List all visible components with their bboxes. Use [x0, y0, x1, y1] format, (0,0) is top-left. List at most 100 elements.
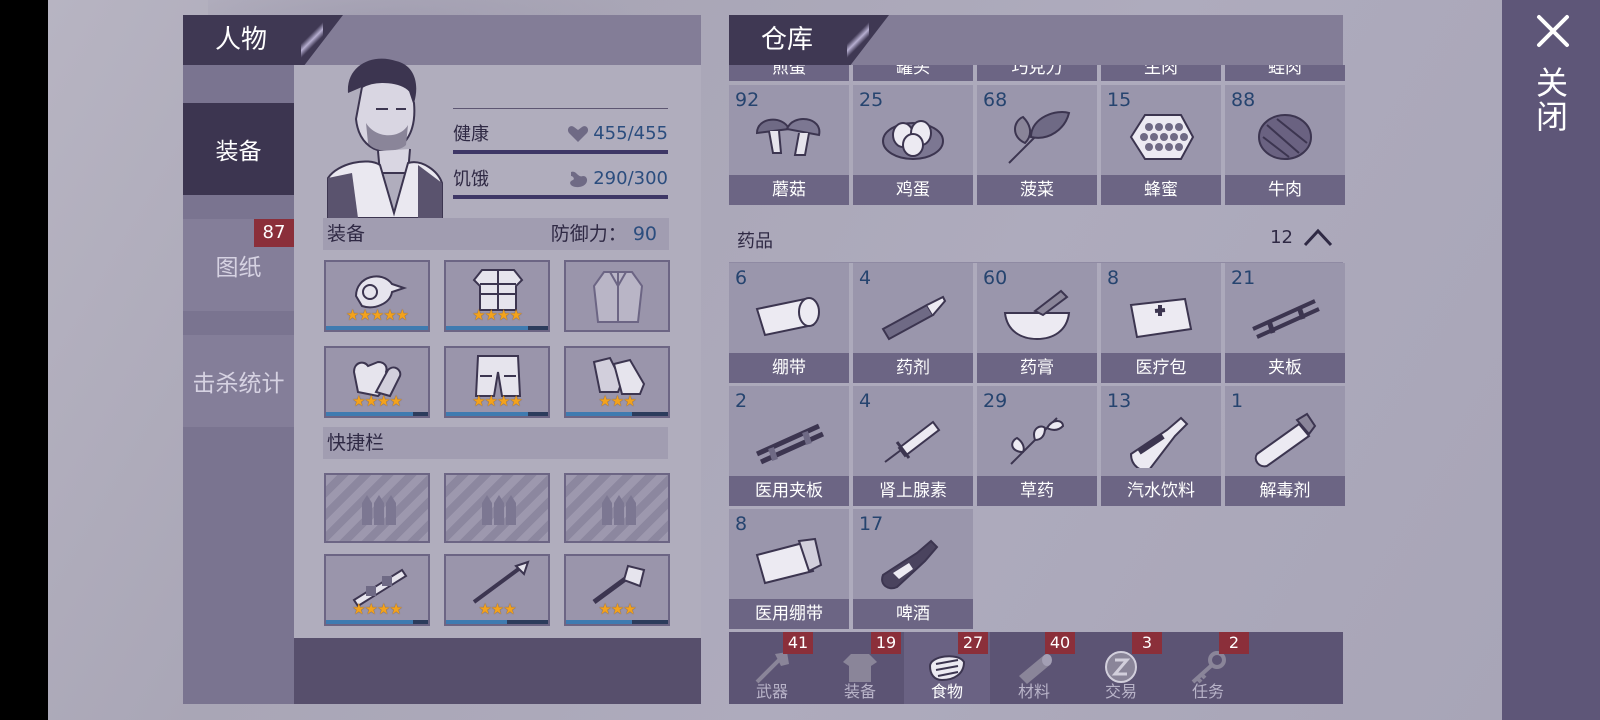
armor-slot[interactable]: ★★★★: [444, 260, 550, 332]
item-name: 啤酒: [853, 599, 973, 629]
item-eggs[interactable]: 25 鸡蛋: [853, 85, 973, 205]
crossbow-durability: [326, 620, 428, 624]
chevron-up-icon[interactable]: [1303, 227, 1333, 247]
quickbar-weapon-3[interactable]: ★★★: [564, 554, 670, 626]
item-adrenaline[interactable]: 4 肾上腺素: [853, 386, 973, 506]
item-name: 鸡蛋: [853, 175, 973, 205]
health-bar: [453, 150, 668, 154]
item-count: 4: [859, 390, 872, 412]
close-label[interactable]: 关闭: [1531, 66, 1573, 134]
tab-kill-stats[interactable]: 击杀统计: [183, 335, 294, 427]
crossbow-stars: ★★★★: [352, 600, 403, 618]
item-soda[interactable]: 13 汽水饮料: [1101, 386, 1221, 506]
antidote-icon: [1254, 412, 1317, 468]
flail-stars: ★★★: [598, 600, 636, 618]
storage-panel: 煎蛋 罐头 巧克力 生肉 蛙肉 仓库 92 蘑菇 25 鸡蛋 68 菠菜 15 …: [729, 15, 1345, 704]
partial-item-5[interactable]: 蛙肉: [1225, 65, 1345, 81]
mushroom-icon: [755, 117, 821, 156]
item-name: 牛肉: [1225, 175, 1345, 205]
partial-item-3-label: 巧克力: [1011, 65, 1063, 78]
tab-equipment-label: 装备: [215, 139, 262, 165]
gloves-slot[interactable]: ★★★★: [324, 346, 430, 418]
item-mushroom[interactable]: 92 蘑菇: [729, 85, 849, 205]
item-ointment[interactable]: 60 药膏: [977, 263, 1097, 383]
item-name: 蜂蜜: [1101, 175, 1221, 205]
partial-item-2-label: 罐头: [896, 65, 930, 78]
partial-item-3[interactable]: 巧克力: [977, 65, 1097, 81]
medkit-icon: [1129, 297, 1193, 339]
partial-item-5-label: 蛙肉: [1268, 65, 1302, 78]
item-medical-bandage[interactable]: 8 医用绷带: [729, 509, 849, 629]
tab-blueprints[interactable]: 图纸 87: [183, 219, 294, 311]
tab-food[interactable]: 27 食物: [904, 632, 990, 704]
jacket-slot[interactable]: [564, 260, 670, 332]
item-splint[interactable]: 21 夹板: [1225, 263, 1345, 383]
item-antidote[interactable]: 1 解毒剂: [1225, 386, 1345, 506]
item-spinach[interactable]: 68 菠菜: [977, 85, 1097, 205]
item-name: 药剂: [853, 353, 973, 383]
tab-trade[interactable]: 3 交易: [1078, 632, 1164, 704]
quickbar-weapon-1[interactable]: ★★★★: [324, 554, 430, 626]
partial-item-1-label: 煎蛋: [772, 65, 806, 78]
trade-badge: 3: [1132, 632, 1162, 654]
defense-display: 防御力： 90: [551, 218, 657, 250]
partial-item-4[interactable]: 生肉: [1101, 65, 1221, 81]
tab-weapons[interactable]: 41 武器: [729, 632, 815, 704]
pants-stars: ★★★★: [472, 392, 523, 410]
stomach-icon: [570, 171, 588, 188]
eggs-icon: [882, 120, 944, 160]
ointment-icon: [1003, 289, 1071, 341]
weapons-badge: 41: [783, 632, 813, 654]
tab-blueprints-label: 图纸: [215, 255, 262, 281]
helmet-durability: [326, 326, 428, 330]
pants-durability: [446, 412, 548, 416]
defense-label: 防御力：: [550, 223, 627, 245]
tab-kill-stats-label: 击杀统计: [192, 371, 285, 397]
item-name: 菠菜: [977, 175, 1097, 205]
item-name: 肾上腺素: [853, 476, 973, 506]
item-name: 解毒剂: [1225, 476, 1345, 506]
quickbar-weapon-2[interactable]: ★★★: [444, 554, 550, 626]
item-count: 1: [1231, 390, 1244, 412]
helmet-stars: ★★★★★: [345, 306, 409, 324]
ammo-icon: [362, 495, 396, 525]
item-bandage[interactable]: 6 绷带: [729, 263, 849, 383]
item-count: 8: [735, 513, 748, 535]
weapons-label: 武器: [755, 682, 788, 701]
tab-quests[interactable]: 2 任务: [1165, 632, 1251, 704]
beer-icon: [881, 539, 939, 590]
tab-equipment-items[interactable]: 19 装备: [817, 632, 903, 704]
armor-stars: ★★★★: [472, 306, 523, 324]
category-tabs: 41 武器 19 装备 27 食物 40 材料 3 交易 2 任务: [729, 632, 1343, 704]
item-medkit[interactable]: 8 医疗包: [1101, 263, 1221, 383]
item-beef[interactable]: 88 牛肉: [1225, 85, 1345, 205]
honeycomb-icon: [1129, 114, 1195, 160]
boots-slot[interactable]: ★★★: [564, 346, 670, 418]
tab-materials[interactable]: 40 材料: [991, 632, 1077, 704]
item-name: 药膏: [977, 353, 1097, 383]
gloves-stars: ★★★★: [352, 392, 403, 410]
quickbar-slot-2[interactable]: [444, 473, 550, 543]
partial-item-2[interactable]: 罐头: [853, 65, 973, 81]
medicine-label: 药品: [737, 231, 773, 252]
partial-item-1[interactable]: 煎蛋: [729, 65, 849, 81]
helmet-slot[interactable]: ★★★★★: [324, 260, 430, 332]
item-herb[interactable]: 29 草药: [977, 386, 1097, 506]
quickbar-slot-1[interactable]: [324, 473, 430, 543]
pants-slot[interactable]: ★★★★: [444, 346, 550, 418]
item-honey[interactable]: 15 蜂蜜: [1101, 85, 1221, 205]
tab-equipment[interactable]: 装备: [183, 103, 294, 195]
food-badge: 27: [958, 632, 988, 654]
medical-splint-icon: [755, 423, 825, 465]
item-potion[interactable]: 4 药剂: [853, 263, 973, 383]
item-beer[interactable]: 17 啤酒: [853, 509, 973, 629]
medicine-category-header[interactable]: 药品 12: [729, 215, 1343, 263]
equipment-badge: 19: [871, 632, 901, 654]
hunger-label: 饥饿: [453, 169, 489, 190]
item-medical-splint[interactable]: 2 医用夹板: [729, 386, 849, 506]
close-icon[interactable]: [1536, 14, 1570, 48]
quickbar-slot-3[interactable]: [564, 473, 670, 543]
item-name: 夹板: [1225, 353, 1345, 383]
item-name: 医疗包: [1101, 353, 1221, 383]
herb-icon: [1010, 417, 1065, 465]
